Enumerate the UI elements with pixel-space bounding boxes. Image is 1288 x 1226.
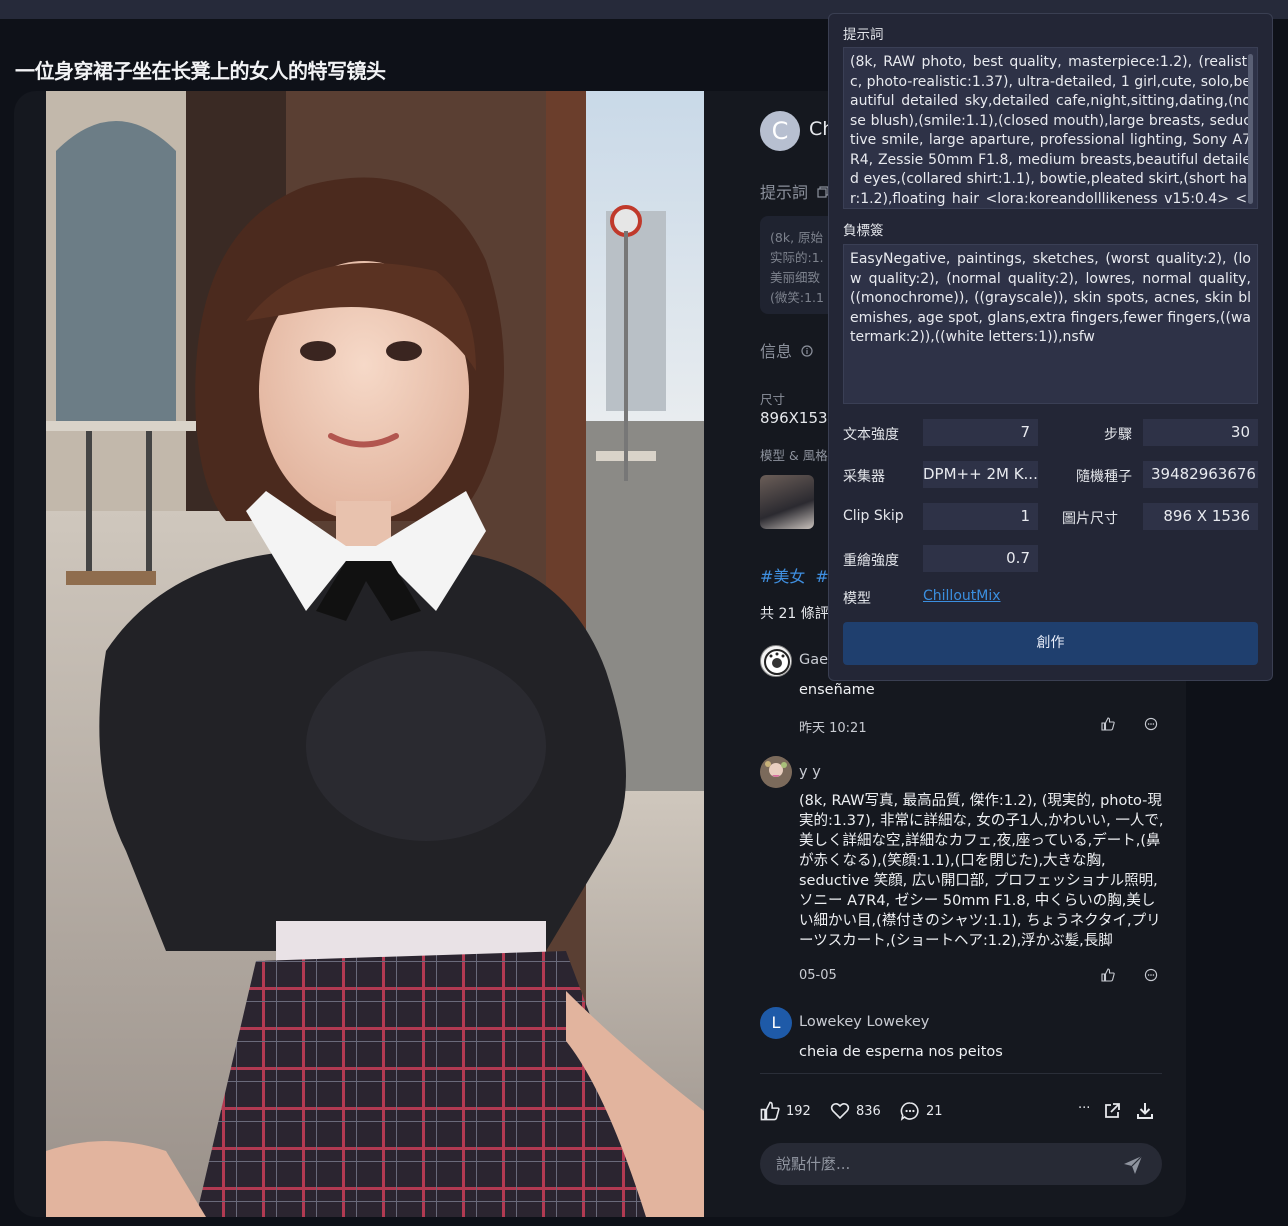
seed-value: 39482963676	[1143, 461, 1258, 488]
commenter-name[interactable]: y y	[799, 764, 821, 780]
photo-illustration	[46, 91, 704, 1217]
comment-stat[interactable]: 21	[900, 1101, 943, 1121]
size-label: 尺寸	[760, 392, 786, 407]
like-stat[interactable]: 192	[760, 1101, 811, 1121]
prompt-scrollbar[interactable]	[1248, 54, 1253, 204]
heart-icon	[830, 1102, 850, 1120]
prompt-text: (8k, RAW photo, best quality, masterpiec…	[850, 54, 1251, 207]
commenter-avatar[interactable]	[760, 645, 792, 677]
favorite-stat[interactable]: 836	[830, 1101, 881, 1121]
comment-text: cheia de esperna nos peitos	[799, 1044, 1003, 1060]
commenter-avatar[interactable]	[760, 756, 792, 788]
favorite-count: 836	[856, 1103, 881, 1119]
comment-text: (8k, RAW写真, 最高品質, 傑作:1.2), (現実的, photo-現…	[799, 793, 1164, 949]
photo-avatar-icon	[760, 756, 792, 788]
prompt-preview-line: (8k, 原始	[770, 230, 824, 245]
cfg-value: 7	[923, 419, 1038, 446]
like-icon[interactable]	[1101, 968, 1115, 982]
model-style-label: 模型 & 風格	[760, 448, 828, 463]
create-button[interactable]: 創作	[843, 622, 1258, 665]
cfg-label: 文本強度	[843, 427, 899, 443]
prompt-section-label: 提示詞	[760, 179, 829, 203]
panel-prompt-label: 提示詞	[843, 27, 884, 43]
like-count: 192	[786, 1103, 811, 1119]
panel-negative-label: 負標簽	[843, 223, 884, 239]
model-thumbnail[interactable]	[760, 475, 814, 529]
image-size-label: 圖片尺寸	[1062, 511, 1118, 527]
page-title: 一位身穿裙子坐在长凳上的女人的特写镜头	[15, 59, 386, 83]
negative-prompt-textbox[interactable]: EasyNegative, paintings, sketches, (wors…	[843, 244, 1258, 404]
comment-input[interactable]: 說點什麼...	[760, 1143, 1162, 1185]
comment-date: 昨天 10:21	[799, 721, 867, 736]
generated-photo[interactable]	[46, 91, 704, 1217]
download-icon[interactable]	[1135, 1101, 1155, 1121]
comment-date: 05-05	[799, 968, 837, 983]
commenter-avatar[interactable]: L	[760, 1007, 792, 1039]
prompt-textbox[interactable]: (8k, RAW photo, best quality, masterpiec…	[843, 47, 1258, 209]
steps-value: 30	[1143, 419, 1258, 446]
image-size-value: 896 X 1536	[1143, 503, 1258, 530]
sampler-label: 采集器	[843, 469, 885, 485]
steps-label: 步驟	[1104, 427, 1132, 443]
clipskip-label: Clip Skip	[843, 508, 904, 524]
denoise-value: 0.7	[923, 545, 1038, 572]
model-link[interactable]: ChilloutMix	[923, 588, 1001, 604]
prompt-preview-line: (微笑:1.1	[770, 290, 824, 305]
like-icon[interactable]	[1101, 717, 1115, 731]
badge-avatar-icon	[764, 649, 790, 675]
prompt-section-text: 提示詞	[760, 183, 809, 202]
comment-bubble-icon	[900, 1102, 919, 1121]
seed-label: 隨機種子	[1076, 469, 1132, 485]
prompt-preview-line: 美丽细致	[770, 270, 821, 285]
more-button[interactable]: ···	[1078, 1101, 1090, 1116]
comment-text: enseñame	[799, 682, 875, 698]
model-label: 模型	[843, 591, 871, 607]
comment-input-placeholder: 說點什麼...	[776, 1155, 851, 1173]
tag-item[interactable]: #美女	[760, 567, 805, 586]
comment-stat-count: 21	[926, 1103, 943, 1119]
info-icon[interactable]	[801, 345, 813, 357]
share-icon[interactable]	[1102, 1101, 1122, 1121]
reply-icon[interactable]	[1144, 717, 1158, 731]
reply-icon[interactable]	[1144, 968, 1158, 982]
send-icon[interactable]	[1122, 1154, 1144, 1176]
negative-prompt-text: EasyNegative, paintings, sketches, (wors…	[850, 251, 1251, 345]
size-value: 896X1536	[760, 409, 838, 427]
commenter-name[interactable]: Lowekey Lowekey	[799, 1014, 929, 1030]
divider	[760, 1073, 1162, 1074]
info-section-label: 信息	[760, 338, 813, 362]
generation-info-panel: 提示詞 (8k, RAW photo, best quality, master…	[828, 13, 1273, 681]
more-icon: ···	[1078, 1101, 1091, 1116]
sampler-value: DPM++ 2M K...	[923, 461, 1038, 488]
clipskip-value: 1	[923, 503, 1038, 530]
author-avatar[interactable]: C	[760, 111, 800, 151]
prompt-preview-line: 实际的:1.	[770, 250, 824, 265]
comment-count: 共 21 條評	[760, 606, 829, 622]
thumbs-up-icon	[760, 1101, 780, 1121]
info-section-text: 信息	[760, 342, 793, 361]
denoise-label: 重繪強度	[843, 553, 899, 569]
